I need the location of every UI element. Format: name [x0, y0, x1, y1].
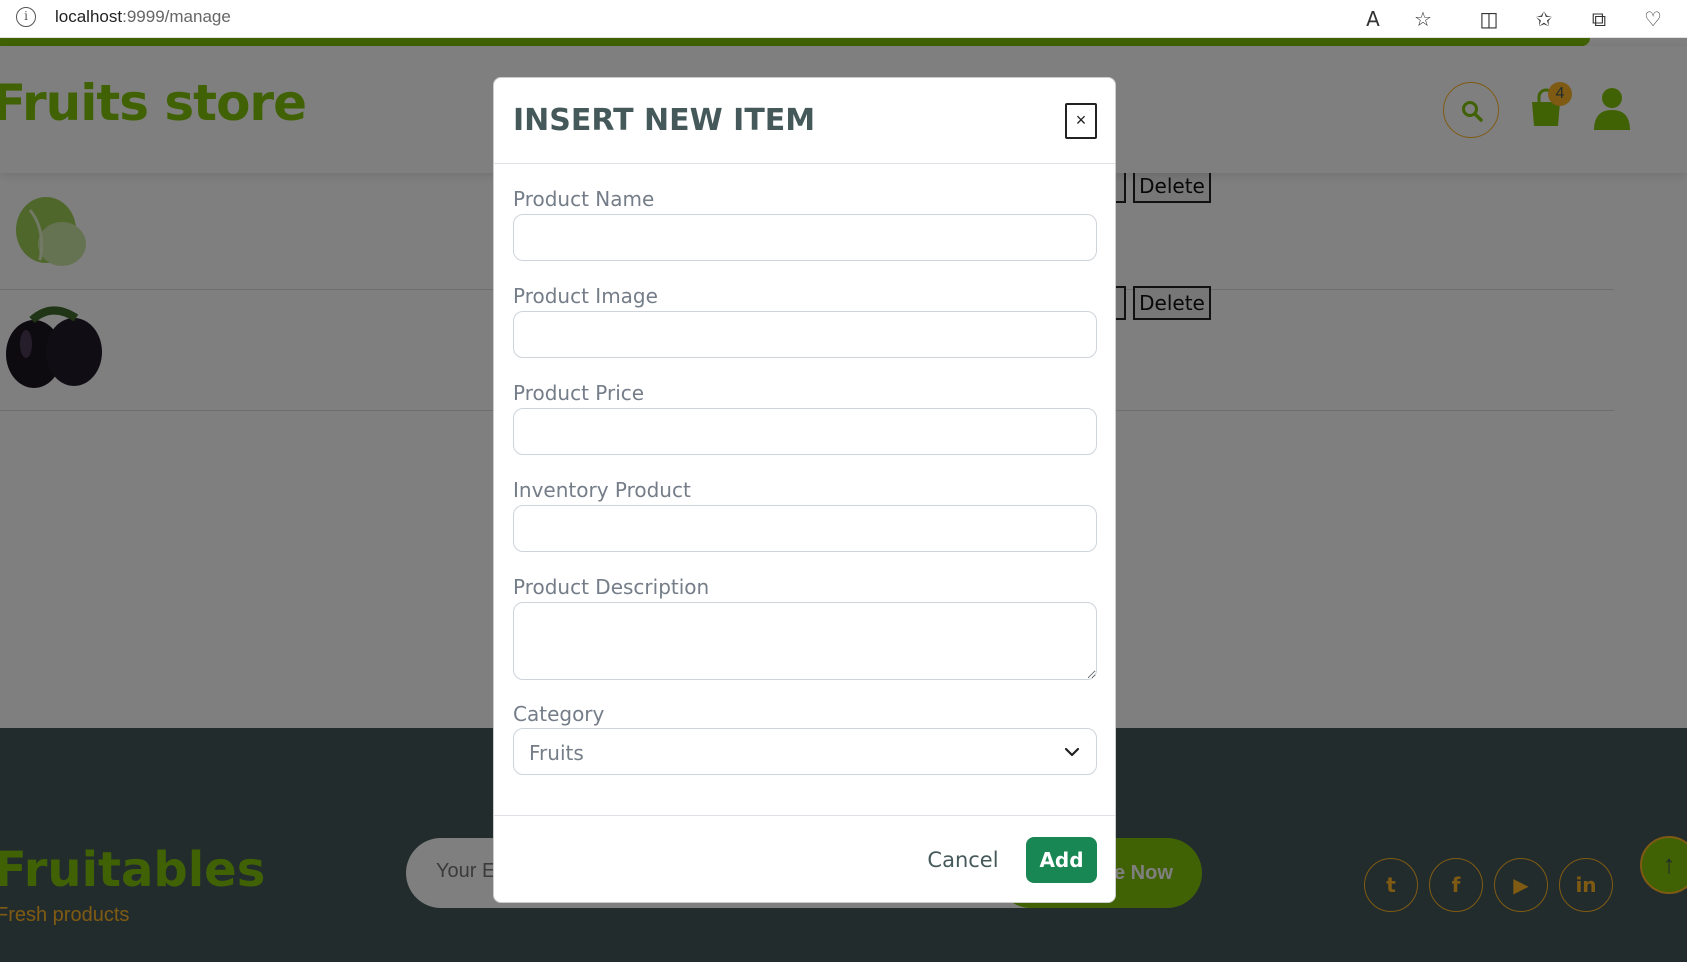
product-name-label: Product Name [513, 187, 655, 211]
product-description-label: Product Description [513, 575, 710, 599]
split-screen-icon[interactable]: ◫ [1476, 6, 1502, 32]
collections-icon[interactable]: ⧉ [1586, 6, 1612, 32]
read-aloud-icon[interactable]: A [1360, 6, 1386, 32]
favorite-star-icon[interactable]: ☆ [1410, 6, 1436, 32]
product-description-textarea[interactable] [513, 602, 1097, 680]
product-name-input[interactable] [513, 214, 1097, 261]
modal-title: INSERT NEW ITEM [513, 103, 816, 138]
modal-footer: Cancel Add [494, 815, 1115, 904]
browser-essentials-icon[interactable]: ♡ [1640, 6, 1666, 32]
address-bar[interactable]: localhost:9999/manage [55, 7, 231, 27]
url-host: localhost [55, 7, 123, 26]
chevron-down-icon [1064, 747, 1080, 757]
category-label: Category [513, 702, 605, 726]
product-image-label: Product Image [513, 284, 658, 308]
add-button[interactable]: Add [1026, 837, 1097, 883]
category-select[interactable]: Fruits [513, 728, 1097, 775]
product-price-label: Product Price [513, 381, 645, 405]
product-price-input[interactable] [513, 408, 1097, 455]
cancel-button[interactable]: Cancel [927, 837, 999, 883]
close-button[interactable]: × [1065, 103, 1097, 139]
product-image-input[interactable] [513, 311, 1097, 358]
insert-item-modal: INSERT NEW ITEM × Product Name Product I… [493, 77, 1116, 903]
site-info-icon[interactable]: i [16, 7, 36, 27]
favorites-icon[interactable]: ✩ [1531, 6, 1557, 32]
category-selected-value: Fruits [529, 741, 584, 765]
url-path: :9999/manage [122, 7, 231, 26]
browser-toolbar: i localhost:9999/manage A ☆ ◫ ✩ ⧉ ♡ [0, 0, 1687, 38]
modal-header: INSERT NEW ITEM × [494, 78, 1115, 164]
inventory-product-label: Inventory Product [513, 478, 691, 502]
inventory-product-input[interactable] [513, 505, 1097, 552]
